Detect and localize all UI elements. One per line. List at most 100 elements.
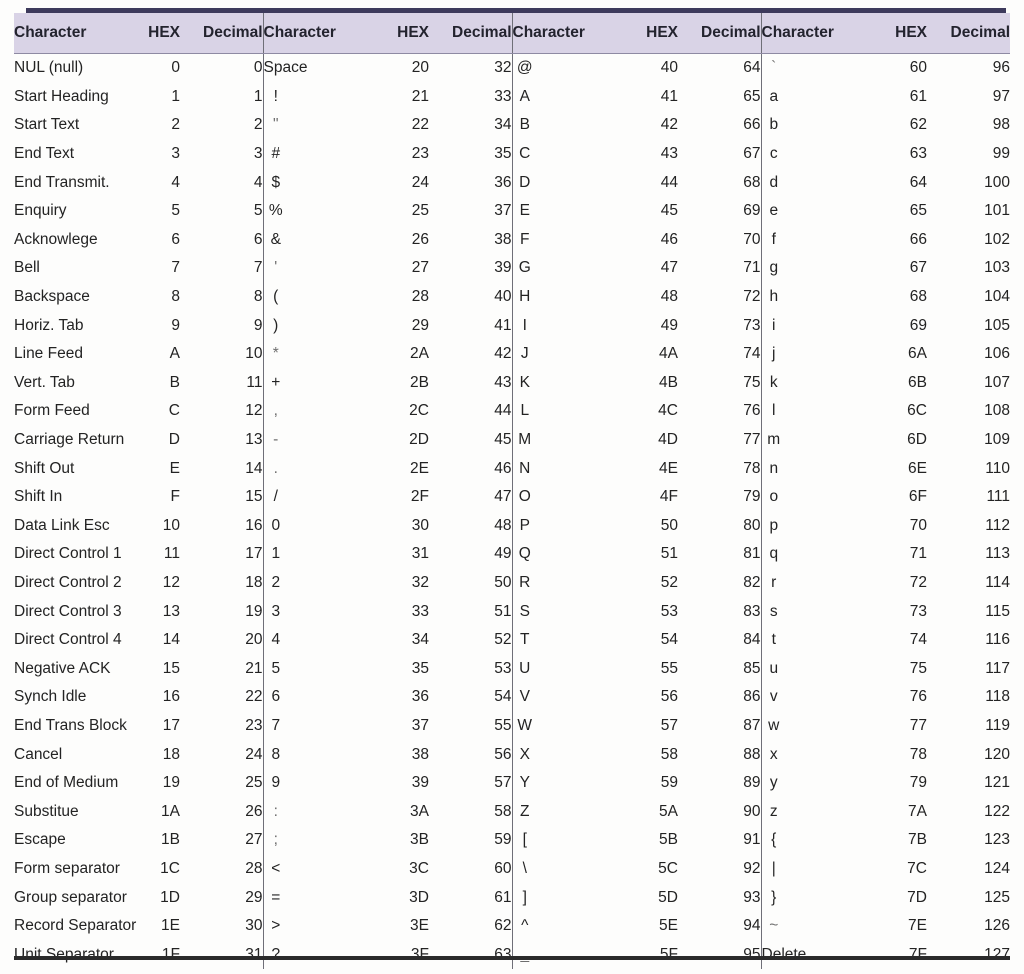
cell-character: Cancel [14,745,63,763]
cell-decimal: 92 [743,859,761,877]
cell-decimal: 40 [494,288,512,306]
cell-hex: 23 [411,145,429,163]
cell-decimal: 25 [245,774,263,792]
cell-character: $ [262,168,346,197]
cell-character: L [511,397,595,426]
cell-decimal: 93 [743,888,761,906]
cell-hex: 7E [908,917,927,935]
cell-character: N [511,454,595,483]
cell-decimal: 58 [494,802,512,820]
cell-decimal: 36 [494,173,512,191]
cell-character: Y [511,768,595,798]
cell-decimal: 13 [245,431,263,449]
cell-character: ? [262,940,346,969]
cell-character: Line Feed [14,345,83,363]
cell-decimal: 90 [743,802,761,820]
header-character-1: Character [14,13,97,54]
cell-decimal: 100 [984,173,1010,191]
cell-decimal: 54 [494,688,512,706]
cell-hex: 44 [660,173,678,191]
cell-hex: B [169,373,180,391]
cell-decimal: 107 [984,373,1010,391]
cell-character: Z [511,797,595,827]
cell-hex: 36 [411,688,429,706]
cell-character: ^ [511,911,595,941]
cell-hex: 47 [660,259,678,277]
cell-character: End of Medium [14,774,119,792]
cell-character: End Trans Block [14,716,127,734]
cell-character: Direct Control 1 [14,545,122,563]
cell-character: i [760,311,844,340]
cell-hex: 4B [659,373,678,391]
cell-decimal: 38 [494,230,512,248]
cell-character: Horiz. Tab [14,316,84,334]
cell-hex: 3C [409,859,429,877]
cell-decimal: 79 [743,488,761,506]
cell-character: Direct Control 2 [14,573,122,591]
cell-character: . [262,454,346,483]
cell-character: : [262,797,346,827]
cell-decimal: 37 [494,202,512,220]
cell-hex: 16 [162,688,180,706]
cell-character: & [262,225,346,255]
cell-character: M [511,425,595,455]
cell-character: A [511,82,595,112]
cell-character: G [511,254,595,283]
cell-hex: 24 [411,173,429,191]
cell-decimal: 22 [245,688,263,706]
cell-decimal: 71 [743,259,761,277]
cell-decimal: 66 [743,116,761,134]
cell-decimal: 3 [253,145,263,163]
cell-hex: 7 [171,259,180,277]
header-character-3: Character [511,13,595,54]
cell-character: Shift Out [14,459,75,477]
cell-character: * [262,339,346,369]
header-decimal-4: Decimal [927,13,1010,54]
table-row: Backspace 8 8(28 40 H 48 72 h 68 104 [14,282,1010,312]
table-row: Shift In F 15/ 2F 47 O 4F 79 o 6F 111 [14,482,1010,512]
cell-hex: 57 [660,716,678,734]
cell-hex: 2B [410,373,429,391]
cell-decimal: 53 [494,659,512,677]
cell-hex: 6B [908,373,927,391]
cell-character: Synch Idle [14,688,87,706]
cell-character: ] [511,883,595,912]
cell-decimal: 110 [985,459,1010,477]
cell-decimal: 72 [743,288,761,306]
cell-hex: 6E [908,459,927,477]
cell-character: Data Link Esc [14,516,110,534]
cell-hex: 79 [909,774,927,792]
cell-hex: 6D [907,431,927,449]
cell-hex: 62 [909,116,927,134]
cell-character: 2 [262,568,346,598]
cell-character: F [511,225,595,255]
cell-decimal: 23 [245,716,263,734]
cell-hex: 5D [658,888,678,906]
cell-hex: 41 [660,87,678,105]
cell-decimal: 117 [985,659,1010,677]
cell-character: - [262,425,346,455]
cell-decimal: 122 [984,802,1010,820]
cell-hex: 5B [659,831,678,849]
cell-character: | [760,854,844,884]
cell-decimal: 120 [984,745,1010,763]
cell-hex: 53 [660,602,678,620]
cell-decimal: 24 [245,745,263,763]
cell-hex: 58 [660,745,678,763]
cell-character: [ [511,826,595,855]
cell-hex: 71 [909,545,927,563]
cell-decimal: 1 [253,87,263,105]
cell-decimal: 43 [494,373,512,391]
cell-hex: 4F [659,488,678,506]
cell-decimal: 98 [992,116,1010,134]
cell-character: X [511,740,595,769]
header-decimal-1: Decimal [180,13,263,54]
cell-character: E [511,196,595,226]
cell-character: D [511,168,595,197]
table-row: End Trans Block 17 23 7 37 55 W 57 87 w 77 119 [14,711,1010,741]
cell-character: 1 [262,540,346,569]
cell-hex: 5E [659,917,678,935]
cell-decimal: 47 [494,488,512,506]
cell-character: ) [262,311,346,340]
cell-character: Q [511,540,595,569]
